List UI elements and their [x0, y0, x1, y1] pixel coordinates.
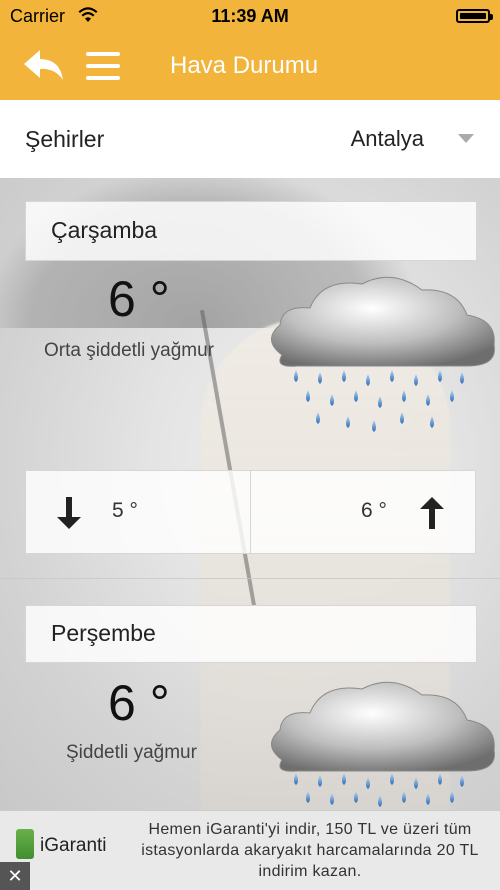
min-max-row: 5 ° 6 °	[25, 470, 476, 554]
ad-banner[interactable]: iGaranti Hemen iGaranti'yi indir, 150 TL…	[0, 810, 500, 890]
current-temp: 6 °	[108, 675, 170, 731]
chevron-down-icon[interactable]	[458, 134, 474, 143]
top-bar: Carrier 11:39 AM Hava Durumu	[0, 0, 500, 100]
battery-icon	[456, 9, 493, 23]
current-temp: 6 °	[108, 271, 170, 327]
status-time: 11:39 AM	[211, 6, 289, 26]
min-temp: 5 °	[112, 499, 138, 522]
back-arrow-icon[interactable]	[22, 48, 66, 84]
hamburger-menu-icon[interactable]	[86, 52, 120, 80]
arrow-down-icon	[57, 497, 81, 529]
day-header-card: Çarşamba	[25, 201, 477, 261]
max-temp: 6 °	[361, 499, 387, 522]
max-temp-card: 6 °	[250, 470, 476, 554]
ad-brand: iGaranti	[40, 835, 107, 856]
day-header-card: Perşembe	[25, 605, 477, 663]
status-bar: Carrier 11:39 AM	[0, 0, 500, 34]
city-label: Şehirler	[25, 126, 105, 152]
ad-text[interactable]: Hemen iGaranti'yi indir, 150 TL ve üzeri…	[126, 819, 494, 882]
section-divider	[0, 578, 500, 579]
rain-cloud-icon	[271, 276, 495, 432]
igaranti-logo: iGaranti	[16, 827, 126, 867]
city-selector[interactable]: Şehirler Antalya	[0, 100, 500, 179]
arrow-up-icon	[420, 497, 444, 529]
weather-description: Orta şiddetli yağmur	[44, 340, 215, 361]
close-icon[interactable]: ✕	[0, 862, 30, 890]
day-name: Çarşamba	[51, 217, 158, 243]
navigation-bar: Hava Durumu	[0, 34, 500, 100]
min-temp-card: 5 °	[25, 470, 251, 554]
city-select-value[interactable]: Antalya	[351, 126, 424, 152]
weather-description: Şiddetli yağmur	[66, 742, 197, 763]
igaranti-logo-icon	[16, 829, 34, 859]
day-name: Perşembe	[51, 620, 156, 646]
rain-cloud-icon	[271, 681, 495, 807]
page-title: Hava Durumu	[170, 52, 319, 79]
